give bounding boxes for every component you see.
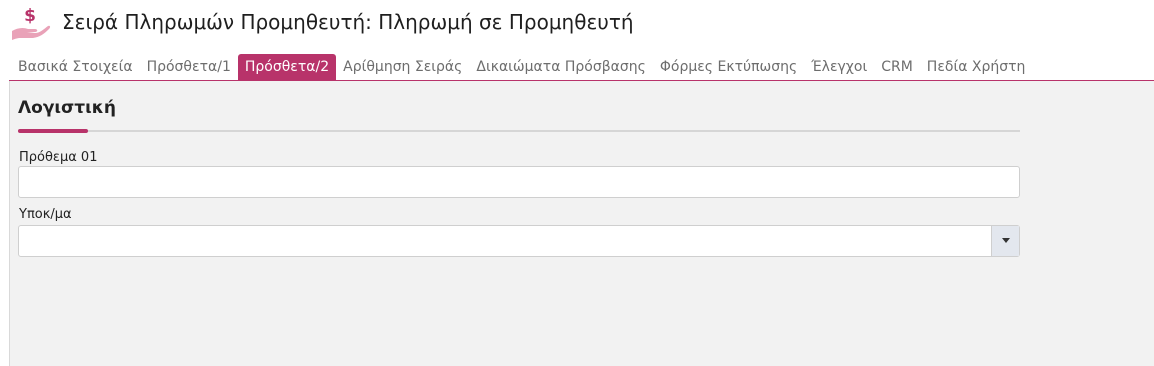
tab-crm[interactable]: CRM <box>874 54 920 80</box>
tab-access-rights[interactable]: Δικαιώματα Πρόσβασης <box>469 54 652 80</box>
section-title: Λογιστική <box>18 98 116 118</box>
tab-user-fields[interactable]: Πεδία Χρήστη <box>920 54 1033 80</box>
prefix-input[interactable] <box>18 166 1020 198</box>
tab-print-forms[interactable]: Φόρμες Εκτύπωσης <box>653 54 804 80</box>
page-title: Σειρά Πληρωμών Προμηθευτή: Πληρωμή σε Πρ… <box>62 10 634 34</box>
page-header: $ Σειρά Πληρωμών Προμηθευτή: Πληρωμή σε … <box>0 0 1154 52</box>
tab-extra-1[interactable]: Πρόσθετα/1 <box>140 54 238 80</box>
caret-down-icon[interactable] <box>991 226 1019 256</box>
hand-dollar-icon: $ <box>12 6 51 40</box>
svg-text:$: $ <box>24 6 36 26</box>
branch-select[interactable] <box>18 225 1020 257</box>
branch-label: Υποκ/μα <box>19 207 72 222</box>
tab-basic-info[interactable]: Βασικά Στοιχεία <box>11 54 140 80</box>
tab-bar: Βασικά Στοιχεία Πρόσθετα/1 Πρόσθετα/2 Αρ… <box>11 54 1032 80</box>
tab-series-numbering[interactable]: Αρίθμηση Σειράς <box>336 54 469 80</box>
tab-extra-2[interactable]: Πρόσθετα/2 <box>237 54 337 80</box>
tab-checks[interactable]: Έλεγχοι <box>804 54 874 80</box>
prefix-label: Πρόθεμα 01 <box>19 150 98 165</box>
caret-down-icon-shape <box>1001 238 1010 243</box>
tab-content-panel: Λογιστική Πρόθεμα 01 Υποκ/μα <box>9 81 1154 366</box>
section-divider <box>18 130 1020 132</box>
section-divider-accent <box>18 129 88 133</box>
